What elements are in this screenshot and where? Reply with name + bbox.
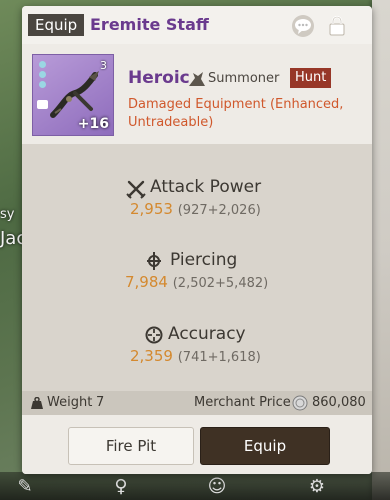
fire-pit-button[interactable]: Fire Pit: [68, 427, 194, 465]
stat-value-piercing: 7,984 (2,502+5,482): [125, 273, 268, 291]
stat-breakdown: (741+1,618): [177, 350, 261, 365]
piercing-icon: [147, 252, 161, 270]
stat-value-accuracy: 2,359 (741+1,618): [130, 347, 261, 365]
equip-tag: Equip: [28, 14, 85, 36]
item-footer: Weight 7 Merchant Price 860,080: [22, 391, 372, 415]
weight-icon: [31, 397, 43, 409]
stat-breakdown: (2,502+5,482): [172, 276, 269, 291]
item-icon: 3 +16: [32, 54, 114, 136]
weight-label: Weight: [47, 395, 93, 410]
enhancement-level: +16: [77, 116, 109, 132]
stat-breakdown: (927+2,026): [177, 203, 261, 218]
crossed-swords-icon: [126, 180, 146, 199]
stat-total: 2,953: [130, 200, 173, 218]
class-name: Summoner: [208, 71, 280, 86]
tooltip-header: Equip Eremite Staff: [22, 6, 372, 44]
background-text: sy: [0, 207, 15, 222]
emote-icon[interactable]: ☺: [206, 476, 228, 498]
weight-value: 7: [96, 395, 105, 410]
stats-section: Attack Power 2,953 (927+2,026) Piercing …: [22, 144, 372, 391]
item-level: 3: [100, 59, 107, 72]
stat-name-accuracy: Accuracy: [168, 324, 246, 344]
lock-icon[interactable]: [326, 15, 348, 37]
hunt-badge: Hunt: [290, 68, 332, 88]
character-icon[interactable]: ♀: [110, 476, 132, 498]
stat-name-attack-power: Attack Power: [150, 177, 262, 197]
stat-total: 7,984: [125, 273, 168, 291]
chat-icon[interactable]: ✎: [14, 476, 36, 498]
crosshair-icon: [145, 326, 163, 344]
item-summary: 3 +16 Heroic Summoner Hunt Damaged Equip…: [22, 44, 372, 144]
stat-name-piercing: Piercing: [170, 250, 238, 270]
silver-coin-icon: [292, 395, 308, 411]
bottom-hud-bar: [0, 472, 390, 500]
settings-icon[interactable]: ⚙: [306, 476, 328, 498]
merchant-price-label: Merchant Price: [194, 395, 291, 410]
equip-button[interactable]: Equip: [200, 427, 330, 465]
summoner-class-icon: [189, 72, 205, 86]
item-tooltip-panel: Equip Eremite Staff 3 +16 Heroic Summone…: [22, 6, 372, 474]
background-panel-edge: [372, 0, 390, 500]
item-grade: Heroic: [128, 68, 190, 88]
merchant-price-value: 860,080: [312, 395, 366, 410]
item-status: Damaged Equipment (Enhanced, Untradeable…: [128, 97, 344, 130]
item-name: Eremite Staff: [90, 15, 209, 34]
stat-total: 2,359: [130, 347, 173, 365]
stat-value-attack-power: 2,953 (927+2,026): [130, 200, 261, 218]
action-buttons: Fire Pit Equip: [22, 415, 372, 474]
chat-link-icon[interactable]: [292, 15, 314, 37]
